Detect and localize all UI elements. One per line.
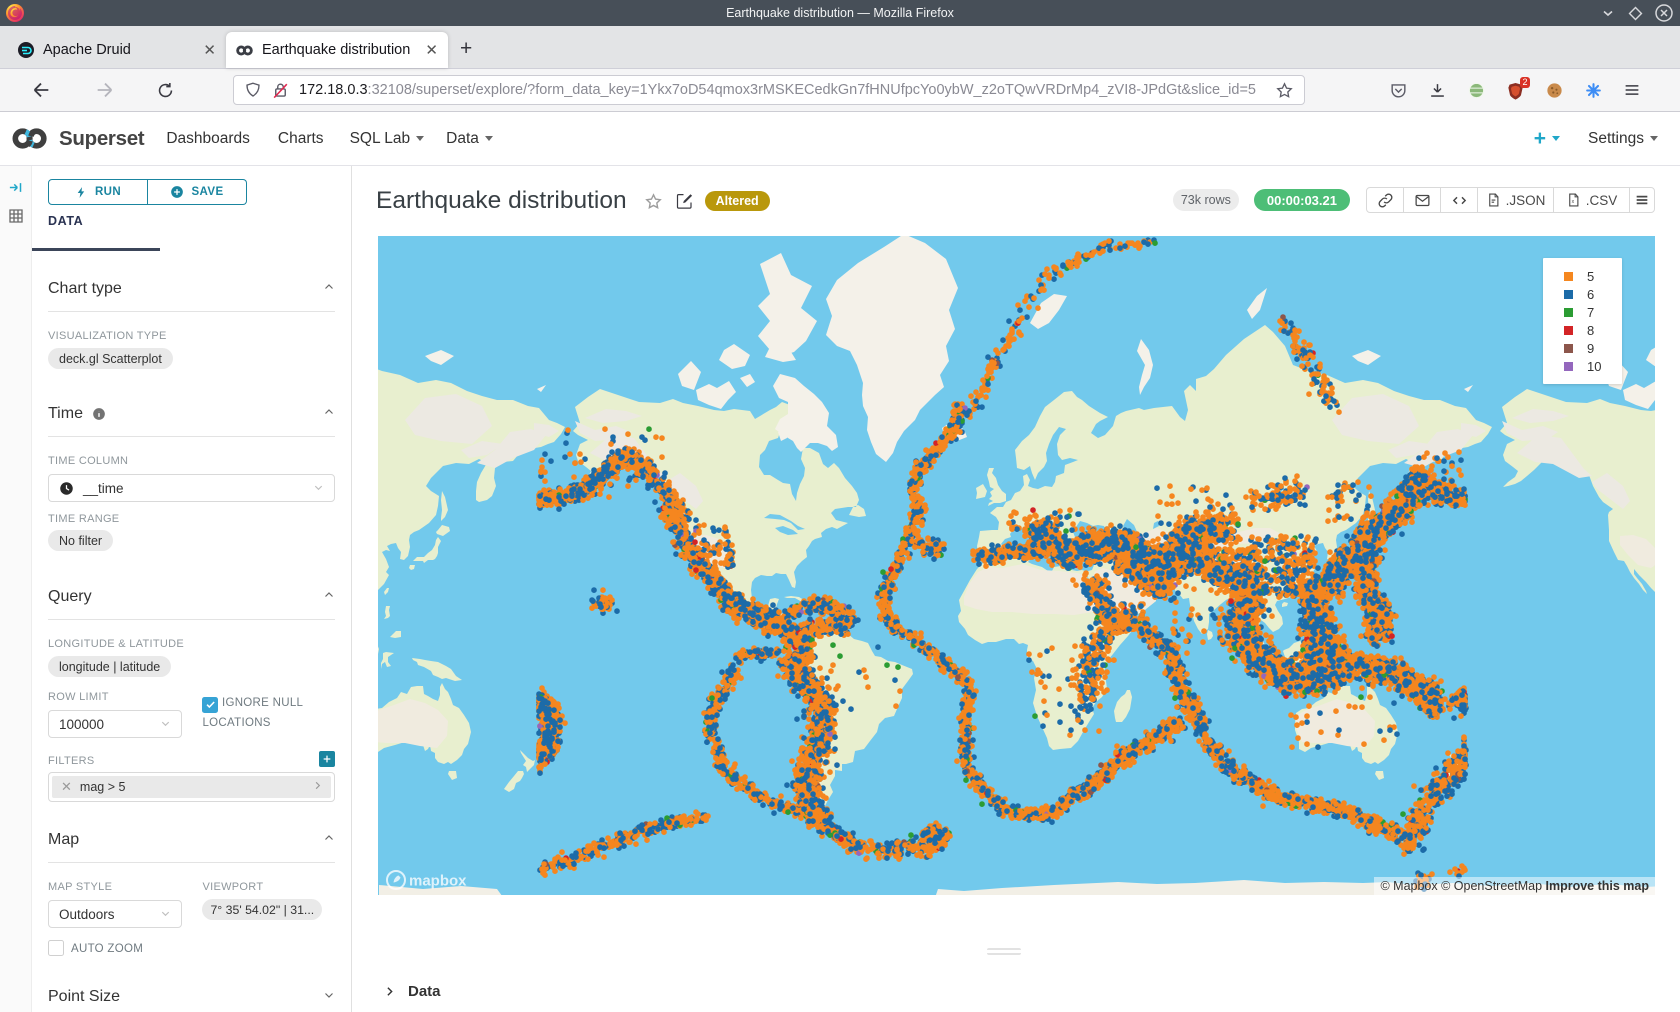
svg-text:x: x (1571, 199, 1574, 205)
svg-text:mapbox: mapbox (409, 873, 467, 890)
